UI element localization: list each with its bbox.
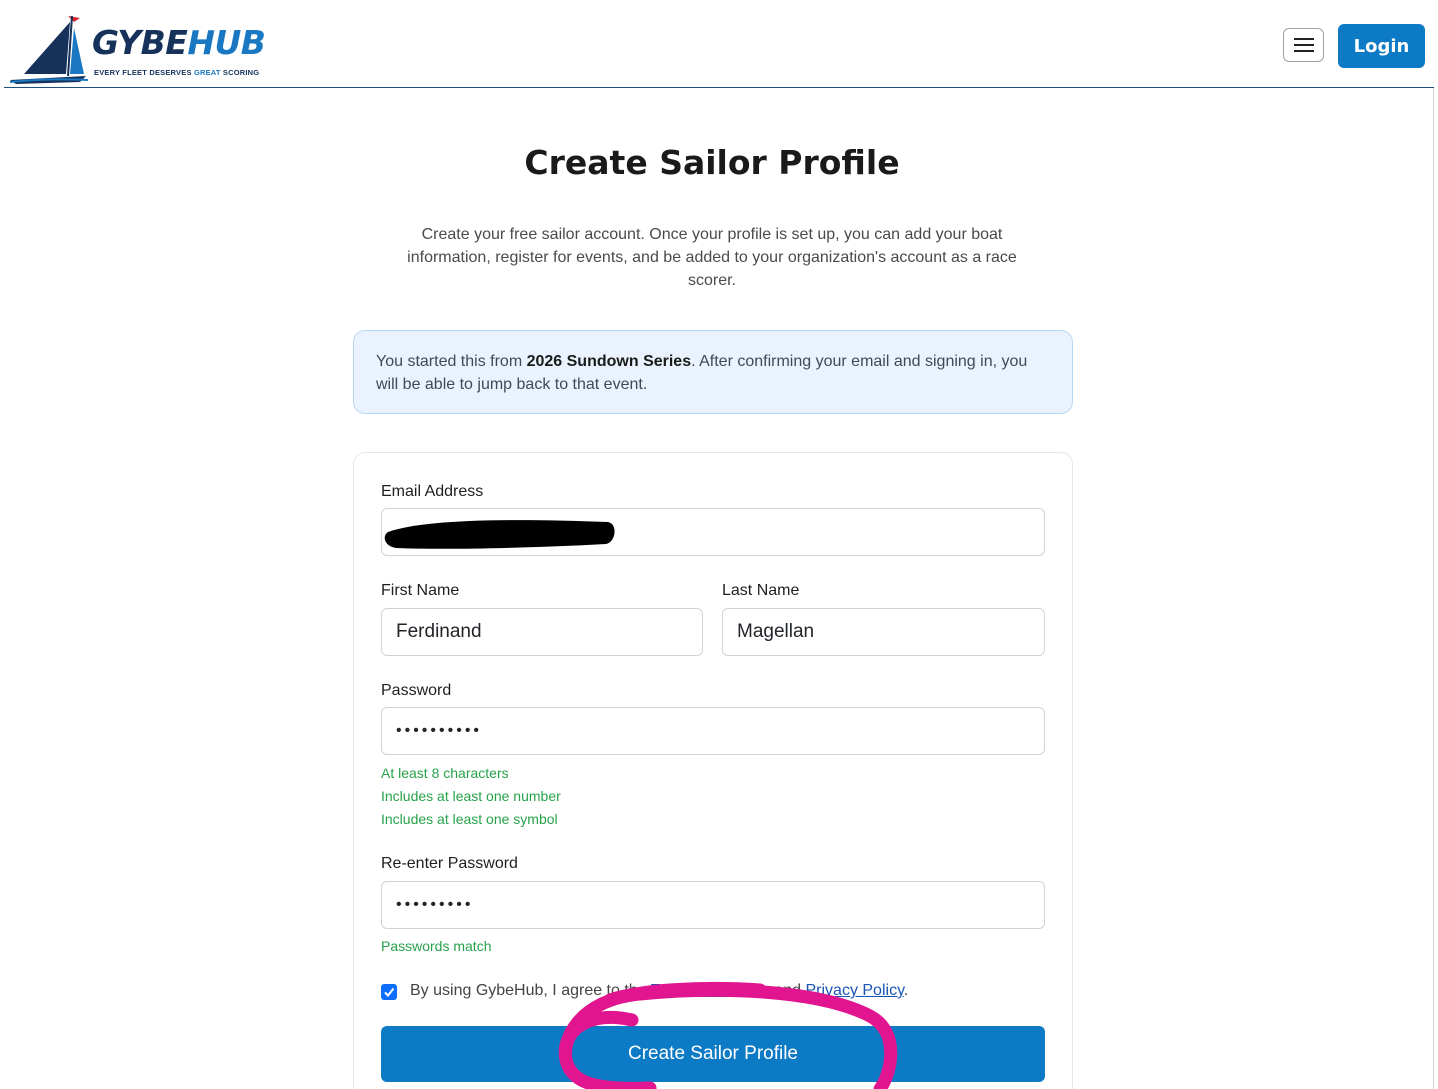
email-label: Email Address [381,483,484,500]
checkmark-icon [384,987,395,998]
reenter-password-field[interactable] [381,881,1045,929]
last-name-field[interactable] [722,608,1045,656]
agree-end: . [903,982,909,999]
menu-toggle-button[interactable] [1283,28,1324,62]
agree-text: By using GybeHub, I agree to the Terms o… [410,982,908,1000]
first-name-label: First Name [381,582,460,599]
reenter-password-label: Re-enter Password [381,855,518,872]
gybehub-logo[interactable]: GYBEHUB EVERY FLEET DESERVES GREAT SCORI… [8,10,288,84]
alert-event-name: 2026 Sundown Series [526,353,692,370]
top-navbar: GYBEHUB EVERY FLEET DESERVES GREAT SCORI… [4,4,1434,88]
password-field[interactable] [381,707,1045,755]
password-match-status: Passwords match [381,938,492,954]
agree-prefix: By using GybeHub, I agree to the [410,982,651,999]
alert-prefix: You started this from [376,353,527,370]
first-name-field[interactable] [381,608,703,656]
privacy-policy-link[interactable]: Privacy Policy [805,982,903,999]
login-button[interactable]: Login [1338,24,1425,68]
password-label: Password [381,682,452,699]
logo-tagline: EVERY FLEET DESERVES GREAT SCORING [94,68,260,77]
create-sailor-profile-button[interactable]: Create Sailor Profile [381,1026,1045,1082]
password-rule-symbol: Includes at least one symbol [381,811,558,827]
event-context-alert: You started this from 2026 Sundown Serie… [353,330,1073,414]
agree-and: and [769,982,806,999]
password-rule-number: Includes at least one number [381,788,561,804]
agree-checkbox[interactable] [381,984,397,1000]
last-name-label: Last Name [722,582,800,599]
redacted-email-scribble [384,520,615,549]
sailboat-logo-icon [9,15,89,84]
logo-wordmark: GYBEHUB [92,23,266,62]
page-title: Create Sailor Profile [524,143,900,182]
password-rule-length: At least 8 characters [381,765,509,781]
terms-of-service-link[interactable]: Terms of Service [651,982,770,999]
hamburger-icon [1293,38,1314,52]
intro-text: Create your free sailor account. Once yo… [407,226,1017,289]
